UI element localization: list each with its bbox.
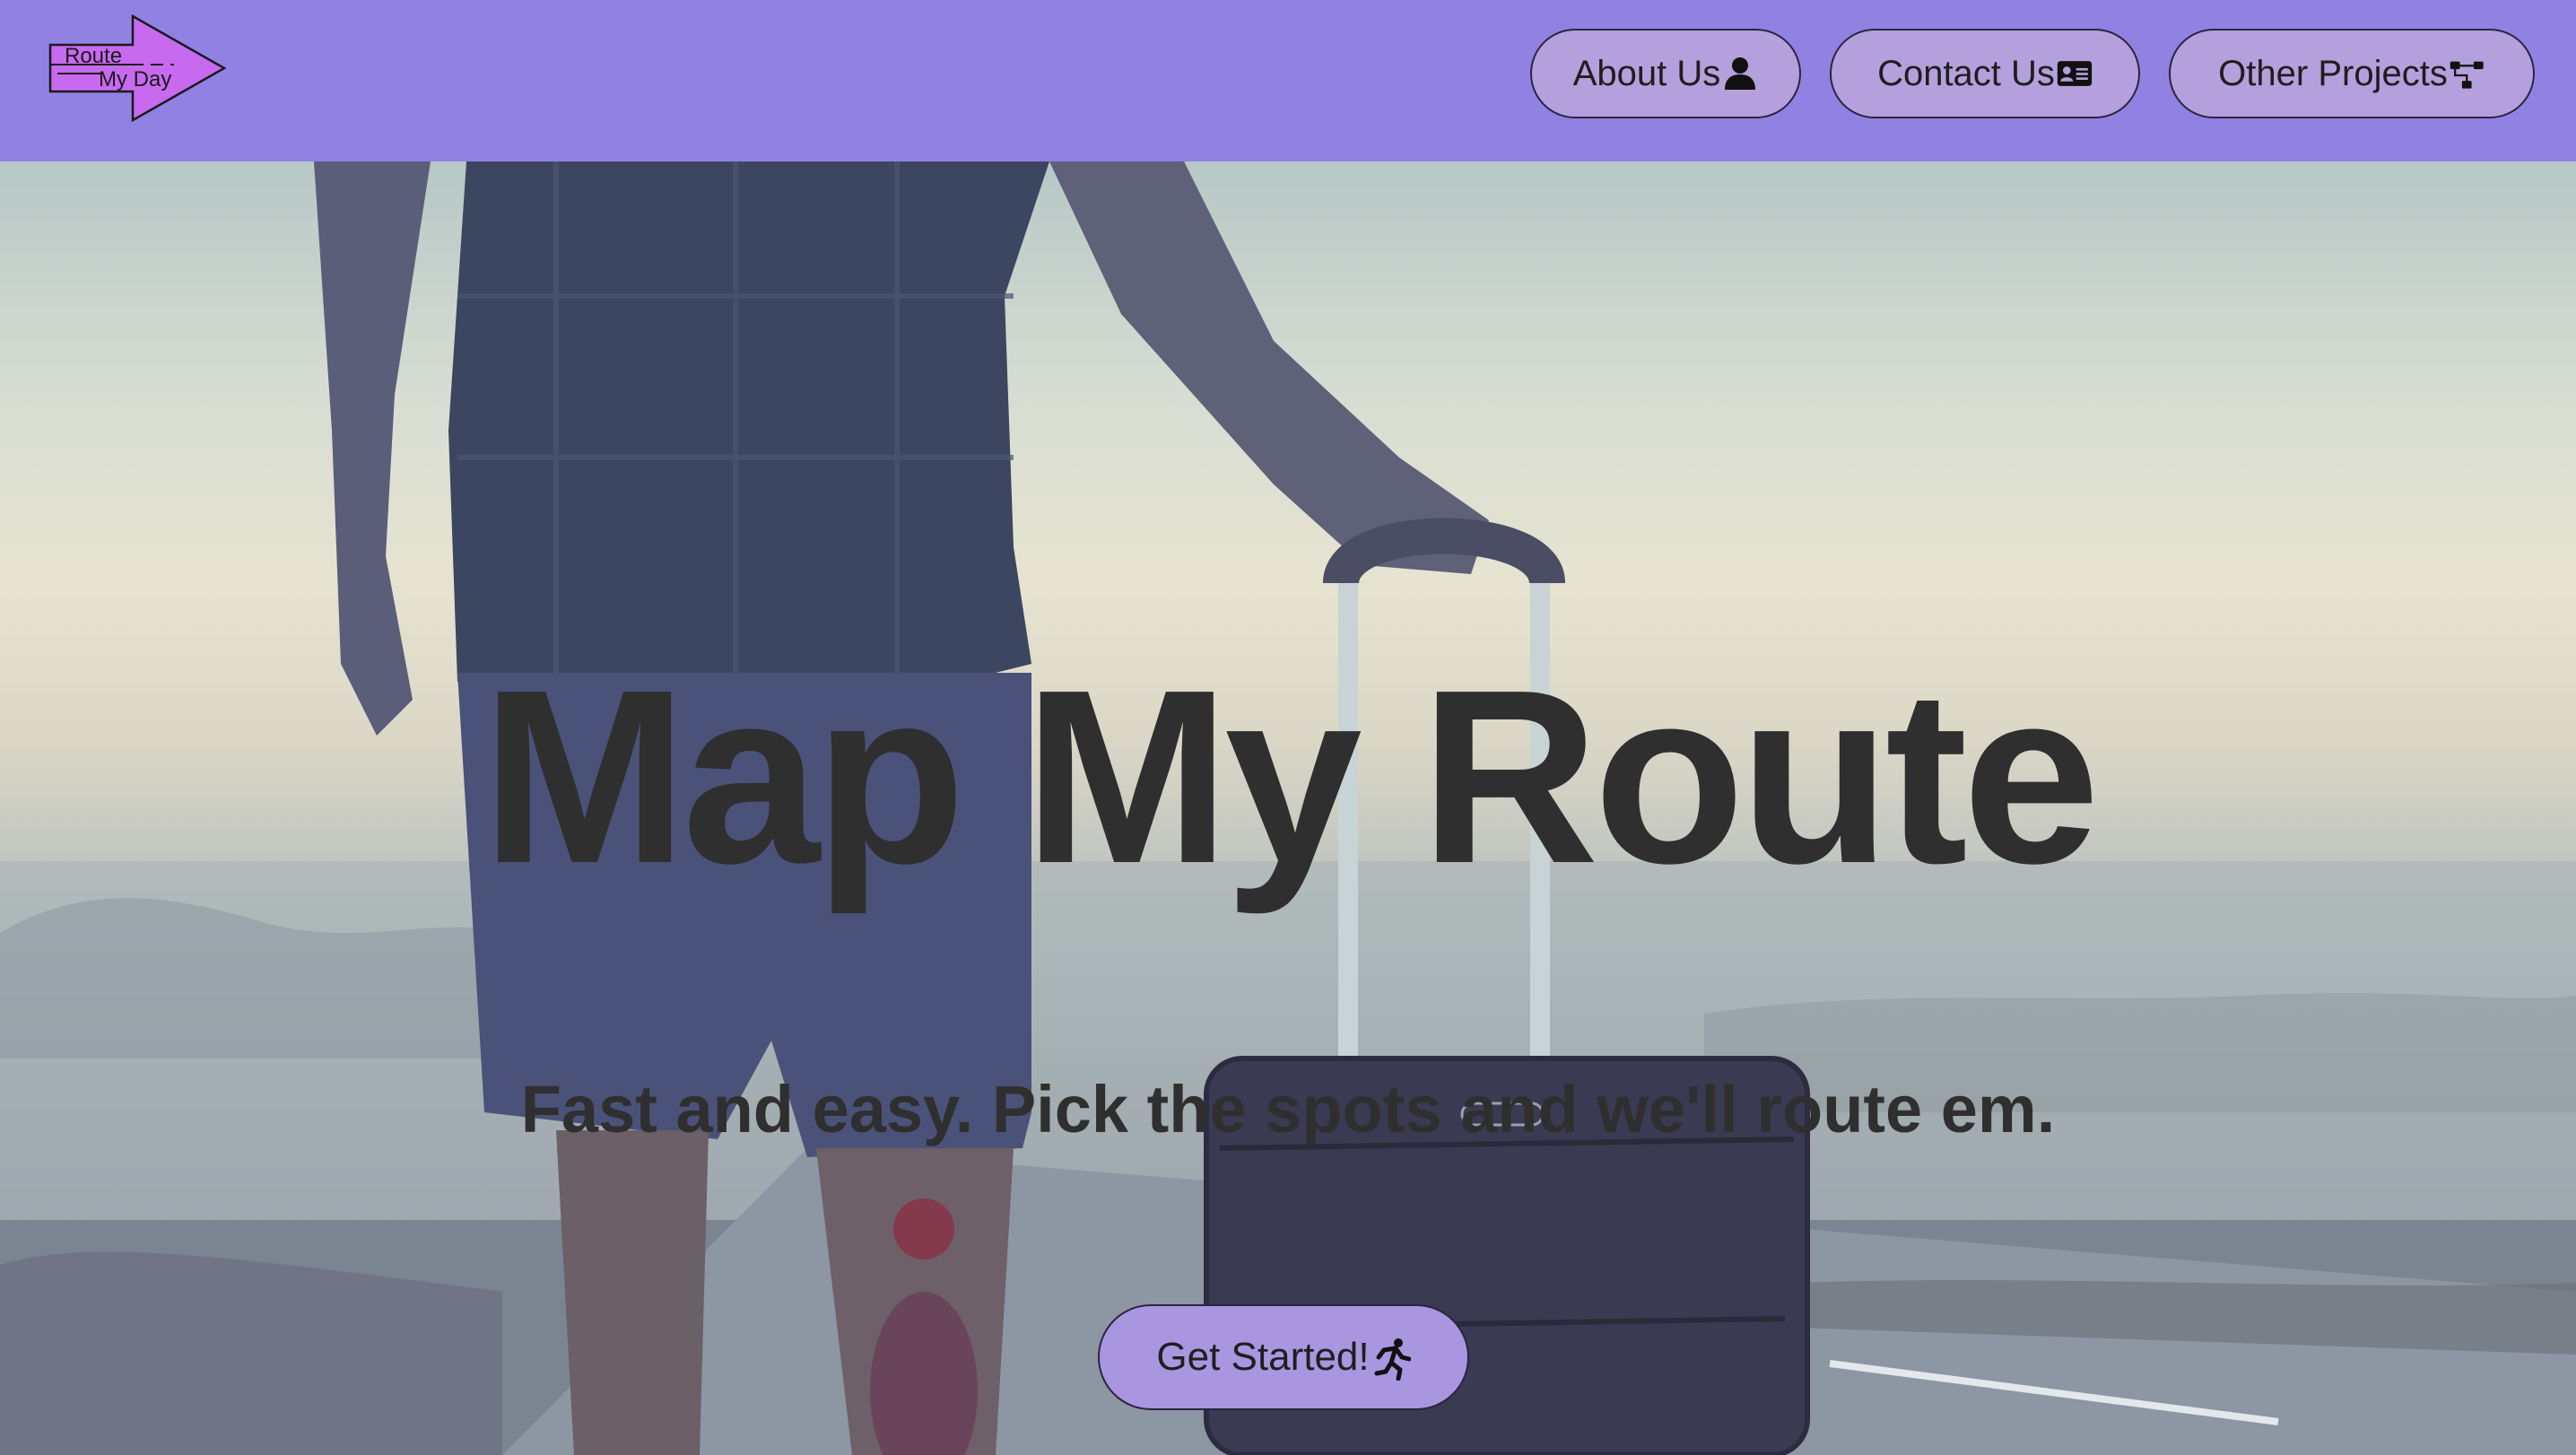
logo-text-line2: My Day bbox=[99, 67, 171, 91]
about-us-button[interactable]: About Us bbox=[1530, 29, 1801, 118]
logo-link[interactable]: Route My Day bbox=[48, 13, 228, 124]
get-started-label: Get Started! bbox=[1156, 1335, 1370, 1379]
contact-us-button[interactable]: Contact Us bbox=[1830, 29, 2140, 118]
about-us-label: About Us bbox=[1572, 53, 1721, 93]
other-projects-button[interactable]: Other Projects bbox=[2169, 29, 2535, 118]
user-icon bbox=[1722, 56, 1758, 91]
get-started-button[interactable]: Get Started! bbox=[1098, 1304, 1469, 1410]
other-projects-label: Other Projects bbox=[2218, 53, 2448, 93]
hero-subtitle: Fast and easy. Pick the spots and we'll … bbox=[520, 1072, 2056, 1146]
navbar: Route My Day About Us Contact Us Other P… bbox=[0, 0, 2576, 161]
contact-us-label: Contact Us bbox=[1877, 53, 2055, 93]
sitemap-icon bbox=[2450, 56, 2485, 91]
running-person-icon bbox=[1371, 1337, 1411, 1381]
logo-arrow-icon: Route My Day bbox=[48, 13, 227, 123]
logo-text-line1: Route bbox=[65, 44, 122, 68]
hero-section: Map My Route Fast and easy. Pick the spo… bbox=[0, 161, 2576, 1455]
hero-title: Map My Route bbox=[481, 639, 2101, 915]
id-card-icon bbox=[2057, 56, 2093, 91]
